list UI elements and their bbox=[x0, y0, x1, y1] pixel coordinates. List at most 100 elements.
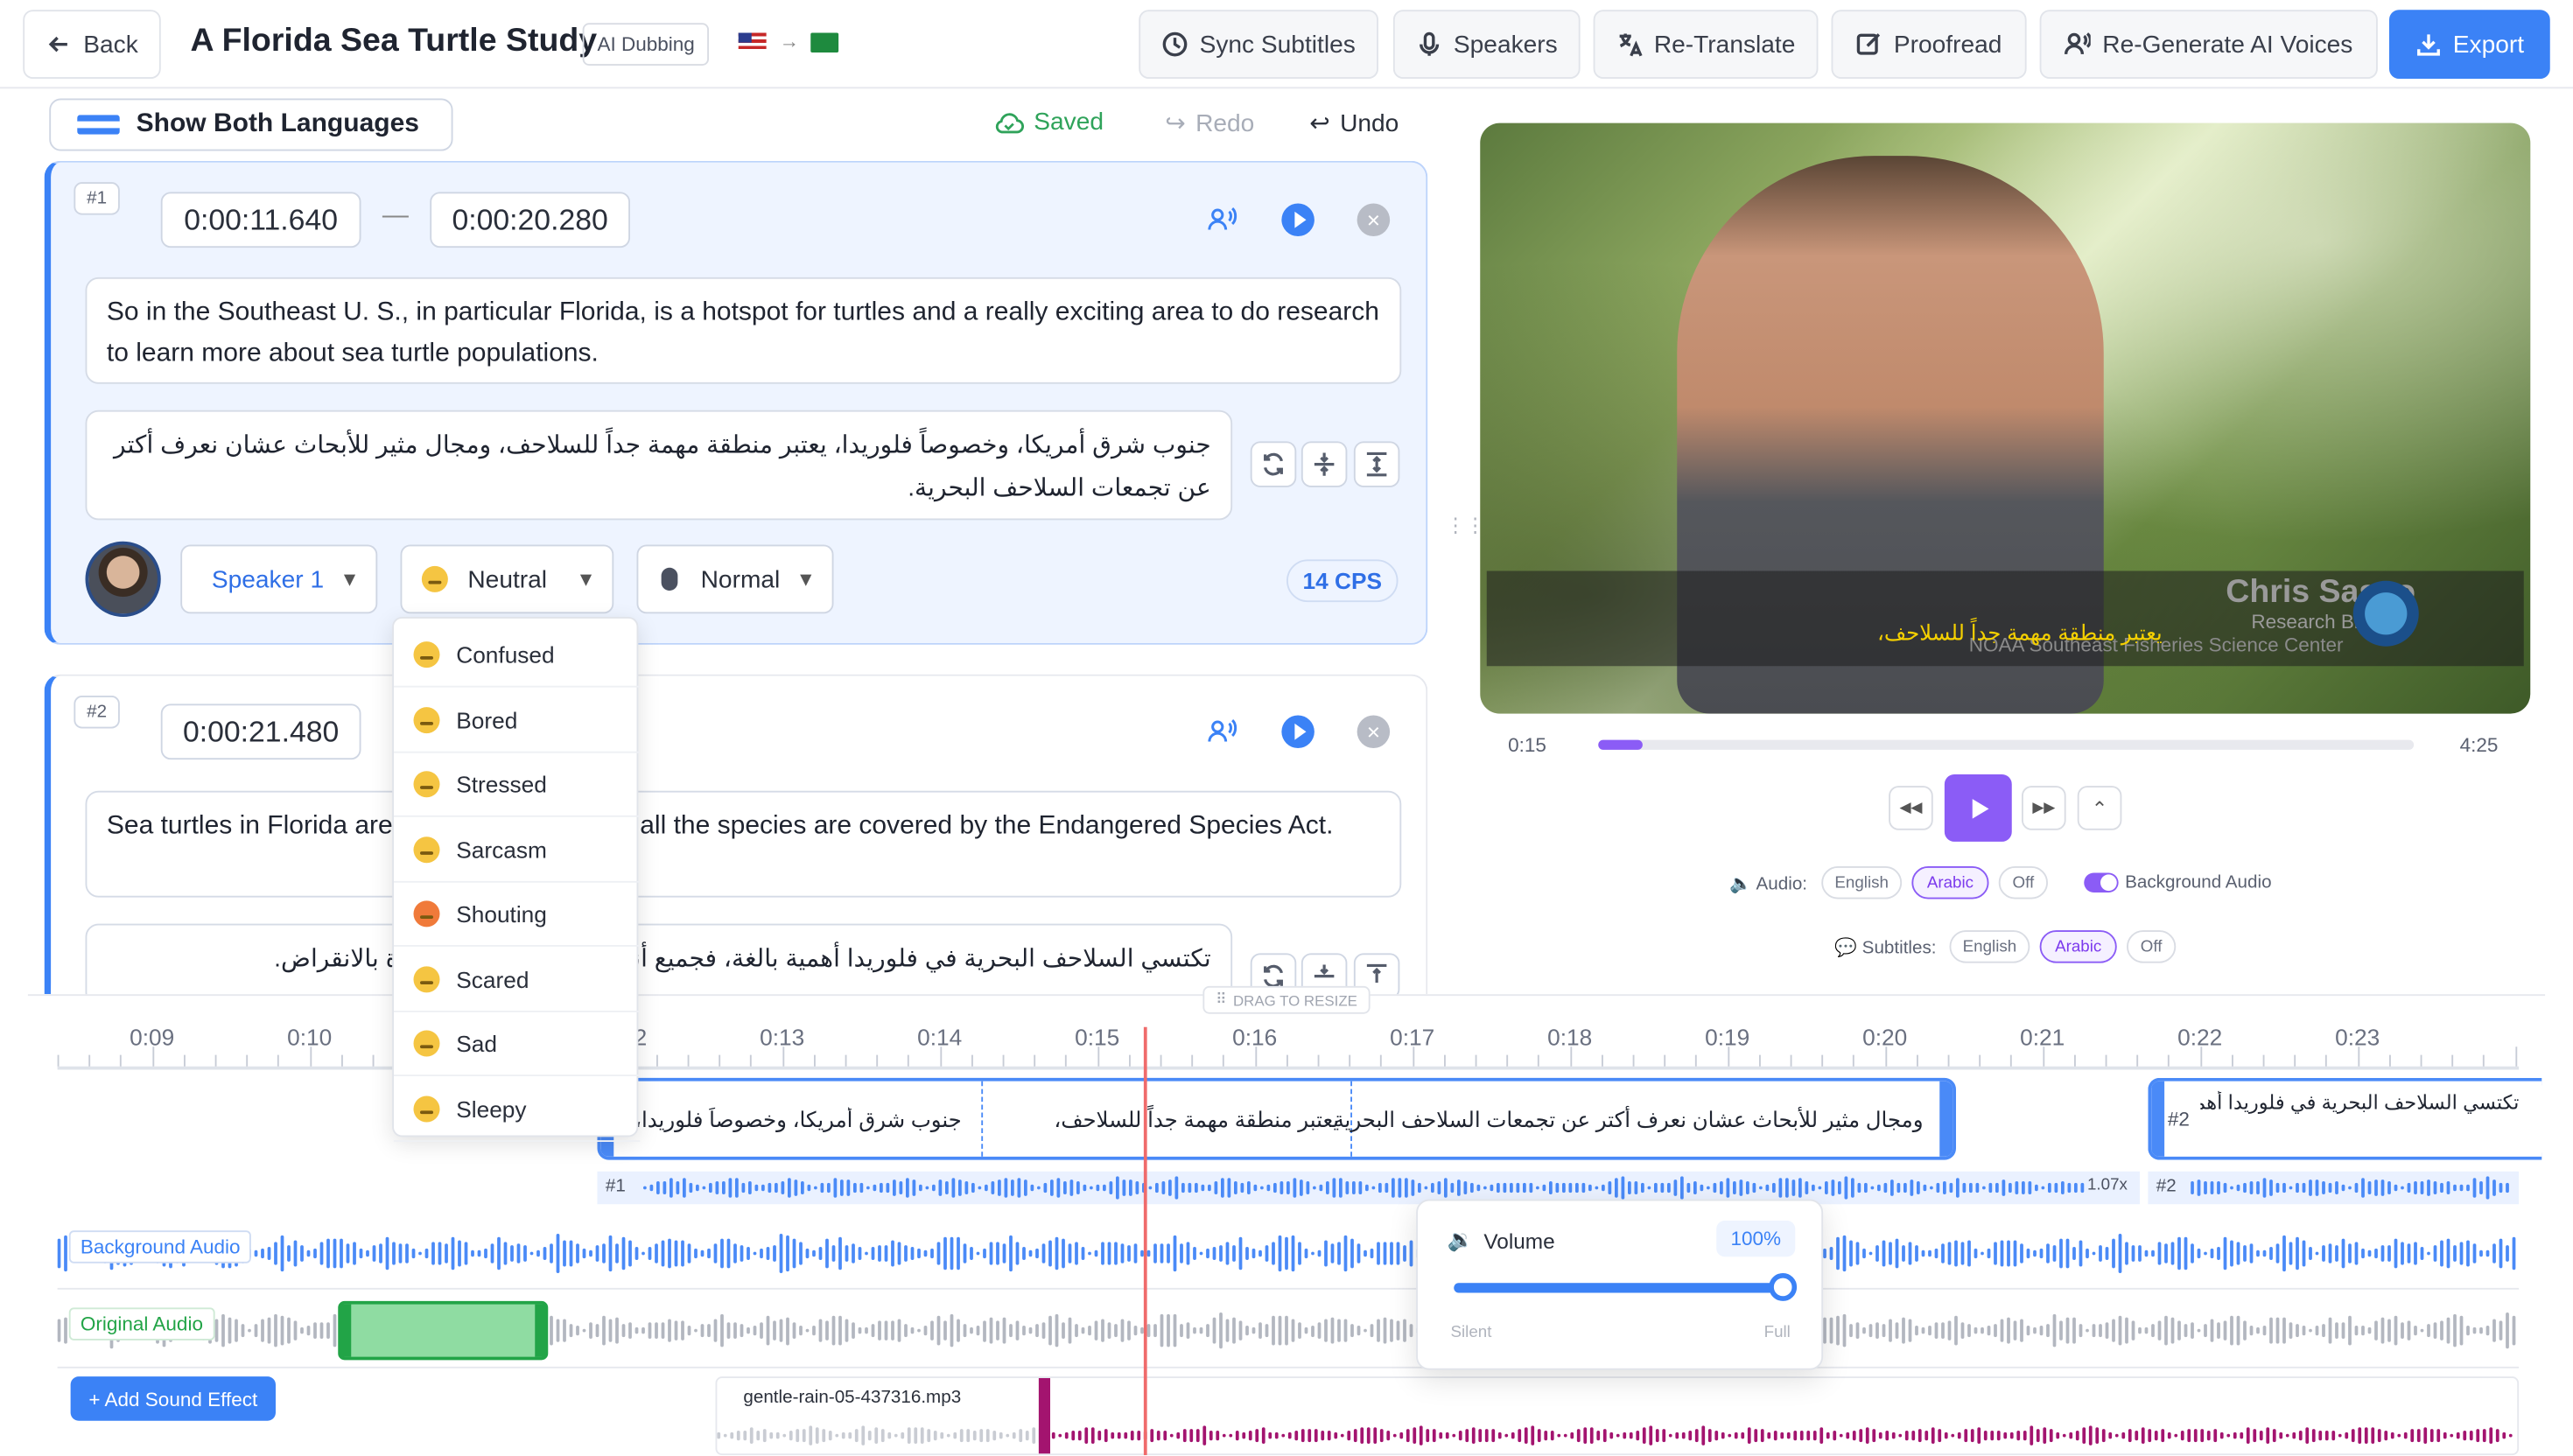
clip-left-handle[interactable] bbox=[2151, 1081, 2165, 1157]
wave-bar bbox=[648, 1322, 652, 1340]
background-audio-toggle[interactable] bbox=[2084, 872, 2119, 892]
regenerate-voices-button[interactable]: Re-Generate AI Voices bbox=[2039, 10, 2378, 79]
wave-bar bbox=[1160, 1242, 1164, 1264]
show-both-languages-toggle[interactable]: Show Both Languages bbox=[49, 98, 453, 151]
wave-bar bbox=[2041, 1185, 2045, 1191]
wave-bar bbox=[1148, 1186, 1153, 1190]
voice-preview-icon[interactable] bbox=[1208, 717, 1237, 746]
volume-fill bbox=[1454, 1283, 1783, 1293]
original-audio-selection[interactable] bbox=[338, 1300, 549, 1361]
wave-bar bbox=[2204, 1251, 2207, 1256]
ruler-minor-tick bbox=[1128, 1054, 1131, 1067]
add-sound-effect-button[interactable]: + Add Sound Effect bbox=[70, 1376, 276, 1421]
segment-start-time[interactable]: 0:00:21.480 bbox=[160, 704, 361, 760]
original-audio-label: Original Audio bbox=[68, 1307, 215, 1340]
expand-button[interactable] bbox=[1353, 441, 1400, 487]
voice-preview-icon[interactable] bbox=[1208, 205, 1237, 234]
original-audio-lane[interactable]: Original Audio bbox=[57, 1293, 2520, 1368]
timeline-clip-2[interactable]: #2 تكتسي السلاحف البحرية في فلوريدا أهمي… bbox=[2148, 1077, 2542, 1160]
playhead[interactable] bbox=[1143, 1026, 1147, 1456]
refresh-translation-button[interactable] bbox=[1250, 441, 1297, 487]
subtitles-off-option[interactable]: Off bbox=[2127, 930, 2177, 963]
segment-card-1[interactable]: #1 0:00:11.640 — 0:00:20.280 × So in the… bbox=[44, 160, 1428, 645]
wave-bar bbox=[346, 1243, 350, 1264]
redo-button[interactable]: ↪ Redo bbox=[1165, 108, 1254, 138]
fast-forward-button[interactable]: ▶▶ bbox=[2022, 786, 2066, 830]
panel-resize-handle[interactable]: ⋮⋮ bbox=[1446, 515, 1485, 553]
emotion-option-sad[interactable]: Sad bbox=[394, 1012, 641, 1076]
wave-bar bbox=[1173, 1234, 1177, 1273]
segment-number: #2 bbox=[74, 696, 120, 729]
play-button[interactable] bbox=[1944, 774, 2012, 842]
audio-arabic-option[interactable]: Arabic bbox=[1911, 866, 1989, 900]
segment-end-time[interactable]: 0:00:20.280 bbox=[430, 192, 630, 248]
video-player[interactable]: Chris Sasso Research Biologist NOAA Sout… bbox=[1480, 122, 2531, 714]
segment-start-time[interactable]: 0:00:11.640 bbox=[160, 192, 361, 248]
wave-bar bbox=[807, 1184, 811, 1192]
emotion-option-bored[interactable]: Bored bbox=[394, 689, 641, 752]
subtitles-arabic-option[interactable]: Arabic bbox=[2039, 930, 2117, 963]
wave-bar bbox=[668, 1237, 671, 1270]
export-button[interactable]: Export bbox=[2389, 10, 2550, 79]
wave-bar bbox=[2427, 1324, 2430, 1337]
wave-bar bbox=[2020, 1320, 2023, 1342]
wave-bar bbox=[1470, 1182, 1474, 1194]
ruler-minor-tick bbox=[2483, 1054, 2485, 1067]
audio-english-option[interactable]: English bbox=[1821, 866, 1903, 900]
sound-effect-marker[interactable] bbox=[1038, 1378, 1050, 1454]
ruler-minor-tick bbox=[1097, 1046, 1099, 1067]
target-text-field[interactable]: جنوب شرق أمريكا، وخصوصاً فلوريدا، يعتبر … bbox=[85, 410, 1233, 521]
seek-bar[interactable] bbox=[1598, 739, 2415, 750]
dubbed-voice-track-2[interactable]: #2 bbox=[2148, 1171, 2520, 1205]
emotion-option-confused[interactable]: Confused bbox=[394, 624, 641, 688]
emotion-option-scared[interactable]: Scared bbox=[394, 948, 641, 1012]
source-text-field[interactable]: So in the Southeast U. S., in particular… bbox=[85, 276, 1402, 384]
volume-slider[interactable] bbox=[1454, 1273, 1798, 1301]
collapse-player-button[interactable]: ⌃ bbox=[2077, 786, 2122, 830]
emotion-option-sarcasm[interactable]: Sarcasm bbox=[394, 818, 641, 882]
wave-bar bbox=[1431, 1183, 1434, 1193]
rewind-button[interactable]: ◀◀ bbox=[1889, 786, 1933, 830]
speed-select[interactable]: Normal ▼ bbox=[636, 544, 834, 614]
merge-button[interactable] bbox=[1301, 441, 1348, 487]
play-segment-icon[interactable] bbox=[1281, 715, 1315, 748]
background-audio-lane[interactable]: Background Audio bbox=[57, 1215, 2520, 1290]
wave-bar bbox=[1377, 1318, 1380, 1343]
wave-bar bbox=[2177, 1320, 2181, 1340]
wave-bar bbox=[2151, 1324, 2155, 1337]
remove-segment-icon[interactable]: × bbox=[1357, 715, 1391, 748]
wave-bar bbox=[766, 1247, 770, 1260]
wave-bar bbox=[1206, 1249, 1209, 1258]
back-button[interactable]: Back bbox=[23, 10, 161, 79]
retranslate-button[interactable]: Re-Translate bbox=[1593, 10, 1819, 79]
clip-right-handle[interactable] bbox=[1939, 1081, 1953, 1157]
audio-off-option[interactable]: Off bbox=[1998, 866, 2048, 900]
wave-bar bbox=[490, 1243, 494, 1264]
timeline-clip-1[interactable]: جنوب شرق أمريكا، وخصوصاً فلوريدا، يعتبر … bbox=[597, 1077, 1956, 1160]
wave-bar bbox=[1234, 1181, 1237, 1194]
speakers-button[interactable]: Speakers bbox=[1392, 10, 1581, 79]
play-segment-icon[interactable] bbox=[1281, 203, 1315, 236]
sync-subtitles-button[interactable]: Sync Subtitles bbox=[1139, 10, 1378, 79]
remove-segment-icon[interactable]: × bbox=[1357, 203, 1391, 236]
sound-effect-clip[interactable]: gentle-rain-05-437316.mp3 bbox=[715, 1376, 2520, 1456]
emotion-option-shouting[interactable]: Shouting bbox=[394, 883, 641, 947]
dubbed-voice-track[interactable]: #1 1.07x bbox=[597, 1171, 2140, 1205]
wave-bar bbox=[1180, 1243, 1183, 1264]
emotion-select[interactable]: Neutral ▼ bbox=[400, 544, 614, 614]
grip-icon: ⠿ bbox=[1216, 990, 1227, 1008]
volume-knob[interactable] bbox=[1769, 1273, 1798, 1301]
saudi-flag-icon bbox=[810, 32, 839, 52]
undo-button[interactable]: ↩ Undo bbox=[1309, 108, 1399, 138]
wave-bar bbox=[687, 1244, 691, 1263]
subtitles-english-option[interactable]: English bbox=[1949, 930, 2030, 963]
wave-bar bbox=[2101, 1428, 2106, 1443]
wave-bar bbox=[1291, 1318, 1295, 1343]
emotion-option-stressed[interactable]: Stressed bbox=[394, 753, 641, 817]
segment-card-2[interactable]: #2 0:00:21.480 × Sea turtles in Florida … bbox=[44, 674, 1428, 1006]
source-text-field[interactable]: Sea turtles in Florida are all the speci… bbox=[85, 790, 1402, 898]
proofread-button[interactable]: Proofread bbox=[1831, 10, 2027, 79]
emotion-option-sleepy[interactable]: Sleepy bbox=[394, 1077, 641, 1142]
speaker-select[interactable]: Speaker 1 ▼ bbox=[180, 544, 378, 614]
drag-to-resize-handle[interactable]: ⠿ DRAG TO RESIZE bbox=[1202, 985, 1371, 1014]
